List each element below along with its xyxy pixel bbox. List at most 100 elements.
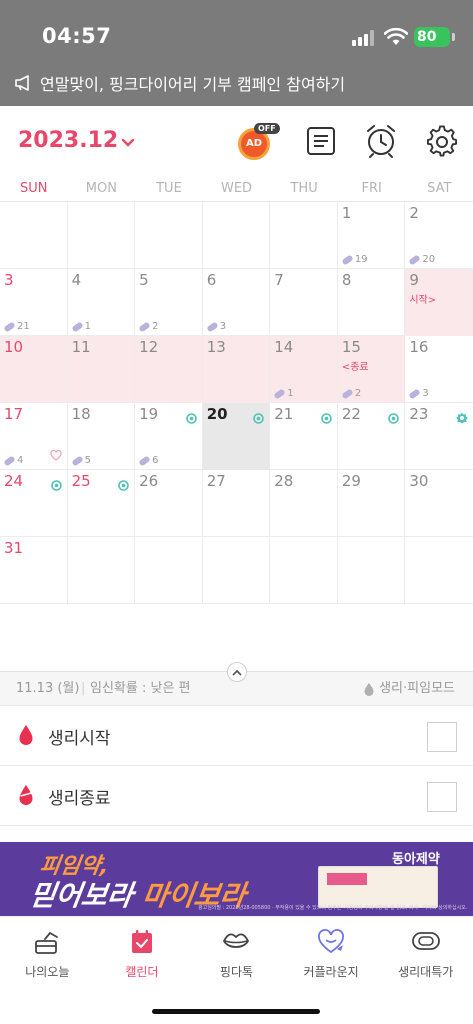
day-number: 4 (71, 271, 82, 289)
calendar-day-6[interactable]: 63 (203, 269, 271, 336)
mode-indicator[interactable]: 생리·피임모드 (363, 672, 455, 706)
calendar-icon (131, 930, 152, 953)
month-label: 2023.12 (18, 128, 119, 153)
calendar-day-28[interactable]: 28 (270, 470, 338, 537)
pill-day-count: 6 (152, 455, 159, 466)
calendar-day-10[interactable]: 10 (0, 336, 68, 403)
tab-today[interactable]: 나의오늘 (0, 917, 95, 996)
calendar-day-18[interactable]: 18 5 (68, 403, 136, 470)
gear-icon[interactable] (426, 124, 458, 158)
calendar-day-25[interactable]: 25 (68, 470, 136, 537)
advertisement-banner[interactable]: 피임약, 믿어보라 마이보라 동아제약 광고심의필 : 2022년28-0058… (0, 842, 473, 916)
calendar-day-2[interactable]: 2 20 (405, 202, 473, 269)
pill-counter: 3 (205, 320, 226, 333)
pill-day-count: 2 (152, 321, 159, 332)
calendar-day-19[interactable]: 19 6 (135, 403, 203, 470)
calendar-day-24[interactable]: 24 (0, 470, 68, 537)
tab-calendar-label: 캘린더 (125, 965, 159, 979)
day-number: 2 (409, 204, 419, 222)
pill-icon (138, 320, 151, 333)
calendar-empty-cell (270, 537, 338, 604)
day-number: 13 (206, 338, 226, 356)
calendar-day-3[interactable]: 3 21 (0, 269, 68, 336)
ad-headline-2a: 믿어보라 (27, 879, 145, 912)
heart-icon (50, 446, 62, 465)
day-number: 25 (71, 472, 91, 490)
weekday-thu: THU (290, 181, 318, 196)
blood-drop-icon (19, 725, 33, 745)
period-end-checkbox[interactable] (427, 782, 457, 812)
battery-level: 80 (414, 27, 450, 47)
calendar-day-16[interactable]: 16 3 (405, 336, 473, 403)
period-note: <종료 (341, 362, 369, 373)
mode-label: 생리·피임모드 (379, 681, 455, 696)
calendar-day-8[interactable]: 8 (338, 269, 406, 336)
calendar-day-22[interactable]: 22 (338, 403, 406, 470)
day-number: 29 (341, 472, 361, 490)
calendar-day-14[interactable]: 14 1 (270, 336, 338, 403)
calendar-header: 2023.12 AD OFF (0, 106, 473, 178)
campaign-banner[interactable]: 연말맞이, 핑크다이어리 기부 캠페인 참여하기 (0, 68, 473, 106)
chevron-up-icon (232, 669, 242, 676)
calendar-day-23[interactable]: 23 (405, 403, 473, 470)
calendar-day-27[interactable]: 27 (203, 470, 271, 537)
calendar-empty-cell (68, 537, 136, 604)
pill-counter: 21 (3, 320, 30, 333)
calendar-grid: 1 19 2 20 3 21 4 1 5 2 6 3 7 8 9 시작> 10 11 12 13 14 1 15 <종료 2 16… (0, 202, 473, 604)
day-number: 28 (274, 472, 294, 490)
weekday-mon: MON (85, 181, 117, 196)
calendar-day-30[interactable]: 30 (405, 470, 473, 537)
panel-expand-handle[interactable] (227, 662, 247, 682)
calendar-day-15[interactable]: 15 <종료 2 (337, 336, 406, 403)
calendar-day-13[interactable]: 13 (202, 336, 271, 403)
day-number: 21 (274, 405, 294, 423)
pill-counter: 2 (138, 320, 159, 333)
calendar-day-1[interactable]: 1 19 (338, 202, 406, 269)
calendar-day-12[interactable]: 12 (135, 336, 203, 403)
tab-community[interactable]: 핑다톡 (189, 917, 284, 996)
calendar-week-row: 24 25 26 27 28 29 30 (0, 470, 473, 537)
alarm-clock-icon[interactable] (365, 124, 397, 158)
calendar-day-21[interactable]: 21 (270, 403, 338, 470)
day-number: 8 (341, 271, 352, 289)
cellular-signal-icon (352, 30, 374, 46)
calendar-empty-cell (270, 202, 338, 269)
calendar-day-26[interactable]: 26 (135, 470, 203, 537)
tab-pad-deals[interactable]: 생리대특가 (378, 917, 473, 996)
calendar-day-17[interactable]: 17 4 (0, 403, 68, 470)
day-number: 16 (409, 338, 429, 356)
period-start-row[interactable]: 생리시작 (0, 706, 473, 766)
month-selector[interactable]: 2023.12 (18, 128, 135, 154)
calendar-day-5[interactable]: 52 (135, 269, 203, 336)
chevron-down-icon (121, 129, 135, 154)
period-start-checkbox[interactable] (427, 722, 457, 752)
pill-counter: 2 (341, 387, 361, 400)
calendar-day-4[interactable]: 41 (68, 269, 136, 336)
fertile-window-icon (253, 409, 265, 428)
calendar-day-7[interactable]: 7 (270, 269, 338, 336)
calendar-week-row: 31 (0, 537, 473, 604)
calendar-day-29[interactable]: 29 (338, 470, 406, 537)
tab-pad-deals-label: 생리대특가 (398, 965, 454, 979)
weekday-tue: TUE (156, 181, 182, 196)
calendar-day-11[interactable]: 11 (67, 336, 136, 403)
calendar-day-9[interactable]: 9 시작> (405, 269, 473, 336)
memo-list-icon[interactable] (306, 124, 336, 156)
day-number: 31 (4, 539, 24, 557)
period-end-row[interactable]: 생리종료 (0, 766, 473, 826)
ad-fine-print: 광고심의필 : 2022년28-005800 · 부작용이 있을 수 있으니 첨… (198, 905, 468, 911)
calendar-day-20[interactable]: 20 (202, 403, 271, 470)
day-number: 19 (139, 405, 159, 423)
pill-icon (70, 454, 84, 467)
weekday-sun: SUN (20, 181, 48, 196)
tab-couple-lounge[interactable]: 커플라운지 (284, 917, 379, 996)
pill-counter: 3 (408, 387, 429, 400)
day-number: 11 (71, 338, 91, 356)
day-number: 6 (206, 271, 217, 289)
pill-icon (341, 253, 354, 266)
day-number: 27 (206, 472, 226, 490)
calendar-day-31[interactable]: 31 (0, 537, 68, 604)
pill-counter: 20 (408, 253, 435, 266)
tab-calendar[interactable]: 캘린더 (95, 917, 190, 996)
day-number: 7 (274, 271, 284, 289)
